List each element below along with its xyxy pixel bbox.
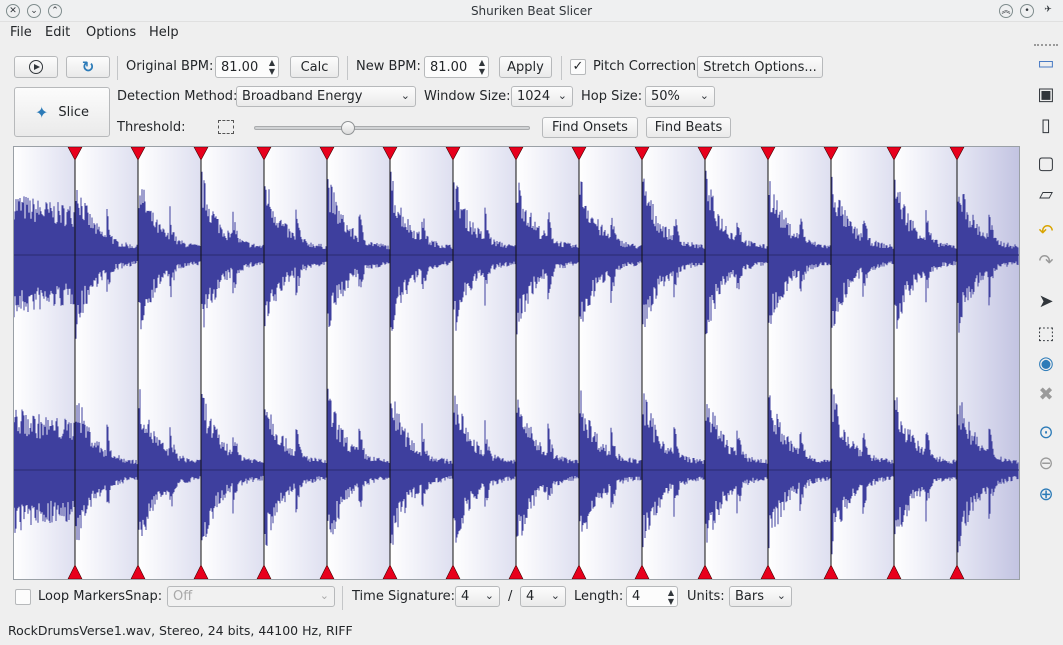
hop-size-combo[interactable]: 50% ⌄ — [645, 86, 715, 107]
menu-file[interactable]: File — [10, 25, 32, 40]
spin-arrows-icon[interactable]: ▲ ▼ — [479, 58, 485, 76]
window-size-label: Window Size: — [424, 89, 511, 104]
hop-size-label: Hop Size: — [581, 89, 643, 104]
spin-arrows-icon[interactable]: ▲ ▼ — [668, 588, 674, 606]
loop-button[interactable]: ↻ — [66, 56, 110, 78]
loop-markers-label: Loop Markers — [38, 589, 126, 604]
find-onsets-button[interactable]: Find Onsets — [542, 117, 638, 138]
toolbar-separator — [117, 56, 118, 80]
new-bpm-value: 81.00 — [430, 59, 468, 75]
chevron-down-icon: ⌄ — [550, 589, 560, 602]
length-value: 4 — [632, 589, 641, 604]
zoom-out-icon[interactable]: ⊖ — [1034, 452, 1058, 476]
pin-icon[interactable]: ✈ — [1041, 4, 1055, 18]
apply-button[interactable]: Apply — [499, 56, 552, 78]
find-beats-button[interactable]: Find Beats — [646, 117, 731, 138]
pitch-correction-checkbox[interactable]: ✓ — [570, 59, 586, 75]
export-icon[interactable]: ▱ — [1034, 183, 1058, 207]
time-sig-numerator-value: 4 — [461, 589, 470, 604]
window-menu-icon[interactable]: • — [1020, 4, 1034, 18]
waveform-view[interactable] — [13, 146, 1020, 580]
time-sig-denominator-value: 4 — [526, 589, 535, 604]
zoom-in-icon[interactable]: ⊕ — [1034, 483, 1058, 507]
undo-icon[interactable]: ↶ — [1034, 220, 1058, 244]
title-bar: ✕ ⌄ ⌃ Shuriken Beat Slicer ︽ • ✈ — [0, 0, 1063, 22]
toolbar-separator — [347, 56, 348, 80]
status-bar-text: RockDrumsVerse1.wav, Stereo, 24 bits, 44… — [8, 623, 353, 638]
units-label: Units: — [687, 589, 725, 604]
bottom-separator — [342, 586, 343, 610]
time-sig-slash: / — [508, 589, 513, 604]
chevron-down-icon: ⌄ — [400, 89, 410, 102]
window-size-combo[interactable]: 1024 ⌄ — [511, 86, 573, 107]
time-sig-numerator-combo[interactable]: 4 ⌄ — [455, 586, 500, 607]
chevron-down-icon: ⌄ — [557, 89, 567, 102]
menu-options[interactable]: Options — [86, 25, 136, 40]
original-bpm-spinbox[interactable]: 81.00 ▲ ▼ — [215, 56, 279, 78]
slice-button[interactable]: ✦ Slice — [14, 87, 110, 137]
import-icon[interactable]: ▢ — [1034, 152, 1058, 176]
menu-edit[interactable]: Edit — [45, 25, 70, 40]
length-spinbox[interactable]: 4 ▲ ▼ — [626, 586, 678, 607]
shuriken-icon: ✦ — [34, 102, 49, 122]
redo-icon[interactable]: ↷ — [1034, 250, 1058, 274]
rubberband-select-icon[interactable]: ⬚ — [1034, 322, 1058, 346]
stretch-options-button[interactable]: Stretch Options... — [697, 56, 823, 78]
units-value: Bars — [735, 589, 765, 604]
delete-icon[interactable]: ✖ — [1034, 383, 1058, 407]
time-signature-label: Time Signature: — [352, 589, 456, 604]
detection-method-value: Broadband Energy — [242, 89, 363, 104]
length-label: Length: — [574, 589, 624, 604]
close-file-icon[interactable]: ▯ — [1034, 114, 1058, 138]
snap-combo[interactable]: Off ⌄ — [167, 586, 335, 607]
loop-markers-checkbox[interactable] — [15, 589, 31, 605]
threshold-slider-handle[interactable] — [341, 121, 356, 135]
calc-button[interactable]: Calc — [290, 56, 339, 78]
original-bpm-value: 81.00 — [221, 59, 259, 75]
slice-label: Slice — [58, 104, 90, 120]
snap-label: Snap: — [125, 589, 163, 604]
units-combo[interactable]: Bars ⌄ — [729, 586, 792, 607]
slice-region[interactable] — [390, 147, 453, 579]
waveform-canvas[interactable] — [14, 147, 1019, 579]
spin-arrows-icon[interactable]: ▲ ▼ — [269, 58, 275, 76]
new-bpm-spinbox[interactable]: 81.00 ▲ ▼ — [424, 56, 489, 78]
chevron-down-icon: ⌄ — [484, 589, 494, 602]
detection-method-combo[interactable]: Broadband Energy ⌄ — [236, 86, 416, 107]
threshold-dial-icon — [218, 120, 234, 134]
detection-method-label: Detection Method: — [117, 89, 238, 104]
loop-icon: ↻ — [81, 58, 95, 76]
keep-above-icon[interactable]: ︽ — [999, 4, 1013, 18]
play-button[interactable] — [14, 56, 58, 78]
tool-sidebar: ▭ ▣ ▯ ▢ ▱ ↶ ↷ ➤ ⬚ ◉ ✖ ⊙ ⊖ ⊕ — [1030, 40, 1063, 520]
audition-icon[interactable]: ◉ — [1034, 352, 1058, 376]
select-icon[interactable]: ➤ — [1034, 290, 1058, 314]
threshold-slider-track[interactable] — [254, 121, 530, 135]
open-file-icon[interactable]: ▭ — [1034, 52, 1058, 76]
new-bpm-label: New BPM: — [356, 59, 421, 74]
chevron-down-icon: ⌄ — [699, 89, 709, 102]
toolbar-separator — [561, 56, 562, 80]
threshold-label: Threshold: — [117, 120, 186, 135]
zoom-original-icon[interactable]: ⊙ — [1034, 421, 1058, 445]
menu-help[interactable]: Help — [149, 25, 179, 40]
original-bpm-label: Original BPM: — [126, 59, 214, 74]
snap-value: Off — [173, 589, 193, 604]
save-icon[interactable]: ▣ — [1034, 83, 1058, 107]
time-sig-denominator-combo[interactable]: 4 ⌄ — [520, 586, 566, 607]
pitch-correction-label: Pitch Correction — [593, 59, 697, 74]
hop-size-value: 50% — [651, 89, 680, 104]
chevron-down-icon: ⌄ — [319, 589, 329, 602]
window-title: Shuriken Beat Slicer — [470, 4, 593, 18]
menu-bar: File Edit Options Help — [0, 22, 1030, 44]
window-size-value: 1024 — [517, 89, 551, 104]
play-icon — [29, 60, 43, 74]
chevron-down-icon: ⌄ — [776, 589, 786, 602]
toolbar-grip — [1034, 44, 1058, 48]
